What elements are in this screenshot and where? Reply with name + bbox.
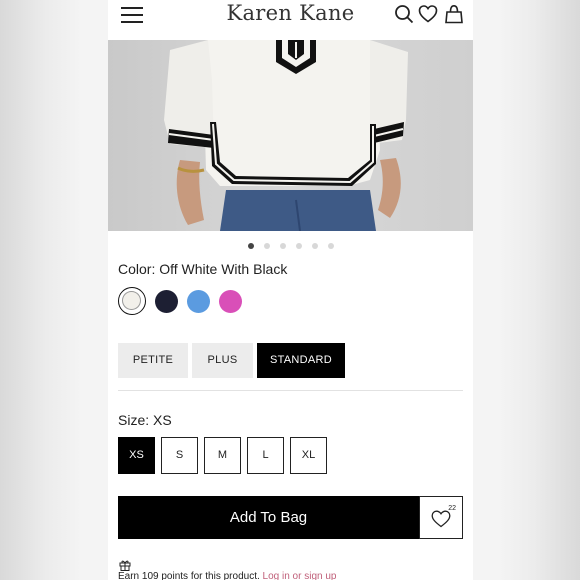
fit-option-standard[interactable]: STANDARD xyxy=(257,343,345,378)
color-label: Color: Off White With Black xyxy=(118,261,288,277)
divider xyxy=(118,390,463,391)
bag-icon[interactable] xyxy=(444,4,464,24)
swatch-off-white-with-black[interactable] xyxy=(118,287,146,315)
carousel-dot[interactable] xyxy=(279,243,286,249)
carousel-dots xyxy=(108,243,473,251)
carousel-dot[interactable] xyxy=(263,243,270,249)
wishlist-button[interactable]: 22 xyxy=(419,496,463,539)
carousel-dot[interactable] xyxy=(311,243,318,249)
fit-option-plus[interactable]: PLUS xyxy=(192,343,253,378)
size-option-l[interactable]: L xyxy=(247,437,284,474)
heart-icon[interactable] xyxy=(418,4,438,24)
login-signup-link[interactable]: Log in or sign up xyxy=(263,571,337,580)
carousel-dot[interactable] xyxy=(247,243,254,249)
search-icon[interactable] xyxy=(394,4,414,24)
size-option-xl[interactable]: XL xyxy=(290,437,327,474)
swatch-pink[interactable] xyxy=(219,290,242,313)
carousel-dot[interactable] xyxy=(295,243,302,249)
wishlist-count: 22 xyxy=(448,505,456,512)
swatch-blue[interactable] xyxy=(187,290,210,313)
rewards-points: Earn 109 points for this product. xyxy=(118,571,260,580)
rewards-text: Earn 109 points for this product. Log in… xyxy=(118,571,336,580)
heart-icon xyxy=(431,510,451,528)
swatch-navy[interactable] xyxy=(155,290,178,313)
size-label: Size: XS xyxy=(118,412,172,428)
carousel-dot[interactable] xyxy=(327,243,334,249)
size-option-m[interactable]: M xyxy=(204,437,241,474)
product-image[interactable] xyxy=(108,40,473,231)
size-option-s[interactable]: S xyxy=(161,437,198,474)
fit-option-petite[interactable]: PETITE xyxy=(118,343,188,378)
site-header: Karen Kane xyxy=(108,0,473,40)
add-to-bag-button[interactable]: Add To Bag xyxy=(118,496,419,539)
product-page: Karen Kane Color: Off White With Black P… xyxy=(108,0,473,580)
gift-icon xyxy=(119,560,131,571)
size-option-xs[interactable]: XS xyxy=(118,437,155,474)
